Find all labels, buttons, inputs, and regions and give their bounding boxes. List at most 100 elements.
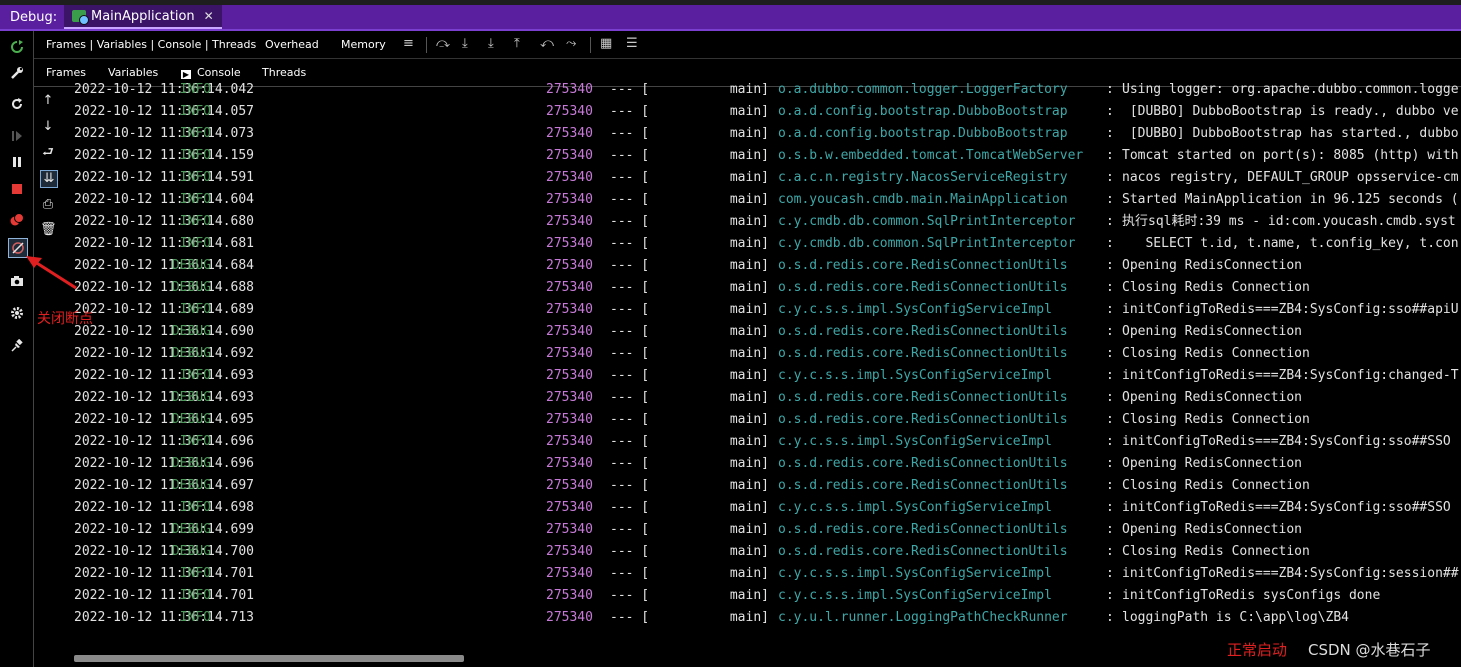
- log-thread: main]: [729, 500, 769, 515]
- log-logger: c.a.c.n.registry.NacosServiceRegistry: [778, 170, 1068, 185]
- log-level: INFO: [179, 500, 211, 515]
- log-logger: o.a.d.config.bootstrap.DubboBootstrap: [778, 126, 1068, 141]
- debug-tool-window-header: Debug: MainApplication ✕: [0, 5, 1461, 31]
- console-toolbar: ↑ ↓ ⮐ ⇊ ⎙ 🗑: [34, 87, 60, 667]
- soft-wrap-icon[interactable]: ⮐: [40, 145, 56, 161]
- log-message: initConfigToRedis===ZB4:SysConfig:change…: [1122, 368, 1459, 383]
- log-separator: --- [: [610, 214, 650, 229]
- log-message: Using logger: org.apache.dubbo.common.lo…: [1122, 82, 1459, 97]
- log-level: DEBUG: [171, 456, 211, 471]
- log-message: loggingPath is C:\app\log\ZB4: [1122, 610, 1349, 625]
- log-separator: --- [: [610, 412, 650, 427]
- annotation-normal-start: 正常启动: [1227, 641, 1288, 659]
- trash-icon[interactable]: 🗑: [40, 222, 57, 238]
- log-separator: --- [: [610, 148, 650, 163]
- tab-memory[interactable]: Memory: [341, 38, 386, 51]
- log-thread: main]: [729, 412, 769, 427]
- log-timestamp: 2022-10-12 11:36:14.604: [74, 192, 255, 207]
- log-thread: main]: [729, 434, 769, 449]
- pin-icon[interactable]: [8, 337, 26, 355]
- log-timestamp: 2022-10-12 11:36:14.057: [74, 104, 255, 119]
- log-timestamp: 2022-10-12 11:36:14.696: [74, 456, 255, 471]
- log-logger: o.s.d.redis.core.RedisConnectionUtils: [778, 280, 1068, 295]
- log-thread: main]: [729, 522, 769, 537]
- tab-variables[interactable]: Variables: [108, 66, 158, 79]
- scroll-to-end-icon[interactable]: ⇊: [40, 170, 58, 188]
- menu-icon[interactable]: ≡: [403, 36, 414, 51]
- log-thread: main]: [729, 214, 769, 229]
- log-message: initConfigToRedis===ZB4:SysConfig:sso##S…: [1122, 500, 1451, 515]
- trace-icon[interactable]: ☰: [626, 36, 638, 51]
- log-pid: 275340: [546, 236, 593, 251]
- console-output[interactable]: 2022-10-12 11:36:14.042 INFO 275340 --- [ma…: [74, 79, 1461, 639]
- log-separator: --- [: [610, 522, 650, 537]
- view-breakpoints-icon[interactable]: [8, 211, 26, 229]
- stop-icon[interactable]: [8, 180, 26, 198]
- tab-frames-variables-console-threads[interactable]: Frames | Variables | Console | Threads: [46, 38, 256, 51]
- log-thread: main]: [729, 104, 769, 119]
- log-message: Closing Redis Connection: [1122, 346, 1310, 361]
- log-colon: :: [1106, 104, 1114, 119]
- log-message: [DUBBO] DubboBootstrap is ready., dubbo …: [1122, 104, 1459, 119]
- log-pid: 275340: [546, 544, 593, 559]
- log-pid: 275340: [546, 148, 593, 163]
- drop-frame-icon[interactable]: ⤺: [540, 36, 554, 51]
- log-timestamp: 2022-10-12 11:36:14.697: [74, 478, 255, 493]
- log-pid: 275340: [546, 566, 593, 581]
- log-level: DEBUG: [171, 522, 211, 537]
- restore-icon[interactable]: [8, 95, 26, 113]
- down-arrow-icon[interactable]: ↓: [40, 119, 56, 135]
- log-row: 2022-10-12 11:36:14.680 INFO 275340 --- [ma…: [74, 211, 1461, 233]
- log-pid: 275340: [546, 346, 593, 361]
- up-arrow-icon[interactable]: ↑: [40, 93, 56, 109]
- log-logger: c.y.cmdb.db.common.SqlPrintInterceptor: [778, 236, 1076, 251]
- step-over-icon[interactable]: ⤼: [436, 36, 450, 51]
- tab-frames[interactable]: Frames: [46, 66, 86, 79]
- settings-icon[interactable]: [8, 64, 26, 82]
- log-colon: :: [1106, 170, 1114, 185]
- log-logger: c.y.c.s.s.impl.SysConfigServiceImpl: [778, 368, 1052, 383]
- annotation-close-breakpoints: 关闭断点: [37, 311, 93, 327]
- log-level: INFO: [179, 566, 211, 581]
- log-row: 2022-10-12 11:36:14.699 DEBUG 275340 --- [m…: [74, 519, 1461, 541]
- log-colon: :: [1106, 566, 1114, 581]
- rerun-icon[interactable]: [8, 38, 26, 56]
- log-message: Opening RedisConnection: [1122, 390, 1303, 405]
- log-timestamp: 2022-10-12 11:36:14.693: [74, 368, 255, 383]
- log-thread: main]: [729, 566, 769, 581]
- force-step-into-icon[interactable]: ⤓: [488, 36, 494, 51]
- log-message: nacos registry, DEFAULT_GROUP opsservice…: [1122, 170, 1459, 185]
- tab-main-application[interactable]: MainApplication ✕: [64, 5, 222, 29]
- tab-threads[interactable]: Threads: [262, 66, 306, 79]
- log-timestamp: 2022-10-12 11:36:14.695: [74, 412, 255, 427]
- pause-icon[interactable]: [8, 153, 26, 171]
- log-level: INFO: [179, 126, 211, 141]
- log-message: Opening RedisConnection: [1122, 456, 1303, 471]
- log-level: INFO: [179, 236, 211, 251]
- log-message: Started MainApplication in 96.125 second…: [1122, 192, 1459, 207]
- log-level: INFO: [179, 302, 211, 317]
- tab-overhead[interactable]: Overhead: [265, 38, 319, 51]
- close-tab-icon[interactable]: ✕: [204, 9, 214, 23]
- log-level: DEBUG: [171, 346, 211, 361]
- run-to-cursor-icon[interactable]: ⤳: [566, 36, 576, 51]
- gear-icon[interactable]: [8, 304, 26, 322]
- print-icon[interactable]: ⎙: [40, 197, 56, 213]
- evaluate-icon[interactable]: ▦: [600, 36, 612, 51]
- log-row: 2022-10-12 11:36:14.591 INFO 275340 --- [ma…: [74, 167, 1461, 189]
- log-level: INFO: [179, 192, 211, 207]
- log-logger: o.s.b.w.embedded.tomcat.TomcatWebServer: [778, 148, 1084, 163]
- step-out-icon[interactable]: ⤒: [514, 36, 520, 51]
- log-row: 2022-10-12 11:36:14.695 DEBUG 275340 --- [m…: [74, 409, 1461, 431]
- log-logger: c.y.c.s.s.impl.SysConfigServiceImpl: [778, 588, 1052, 603]
- log-colon: :: [1106, 126, 1114, 141]
- log-thread: main]: [729, 280, 769, 295]
- tab-console[interactable]: ▶ Console: [181, 66, 241, 79]
- log-pid: 275340: [546, 412, 593, 427]
- log-colon: :: [1106, 192, 1114, 207]
- resume-icon[interactable]: [8, 127, 26, 145]
- horizontal-scrollbar[interactable]: [74, 655, 464, 662]
- log-pid: 275340: [546, 610, 593, 625]
- log-logger: c.y.c.s.s.impl.SysConfigServiceImpl: [778, 566, 1052, 581]
- step-into-icon[interactable]: ⤓: [462, 36, 468, 51]
